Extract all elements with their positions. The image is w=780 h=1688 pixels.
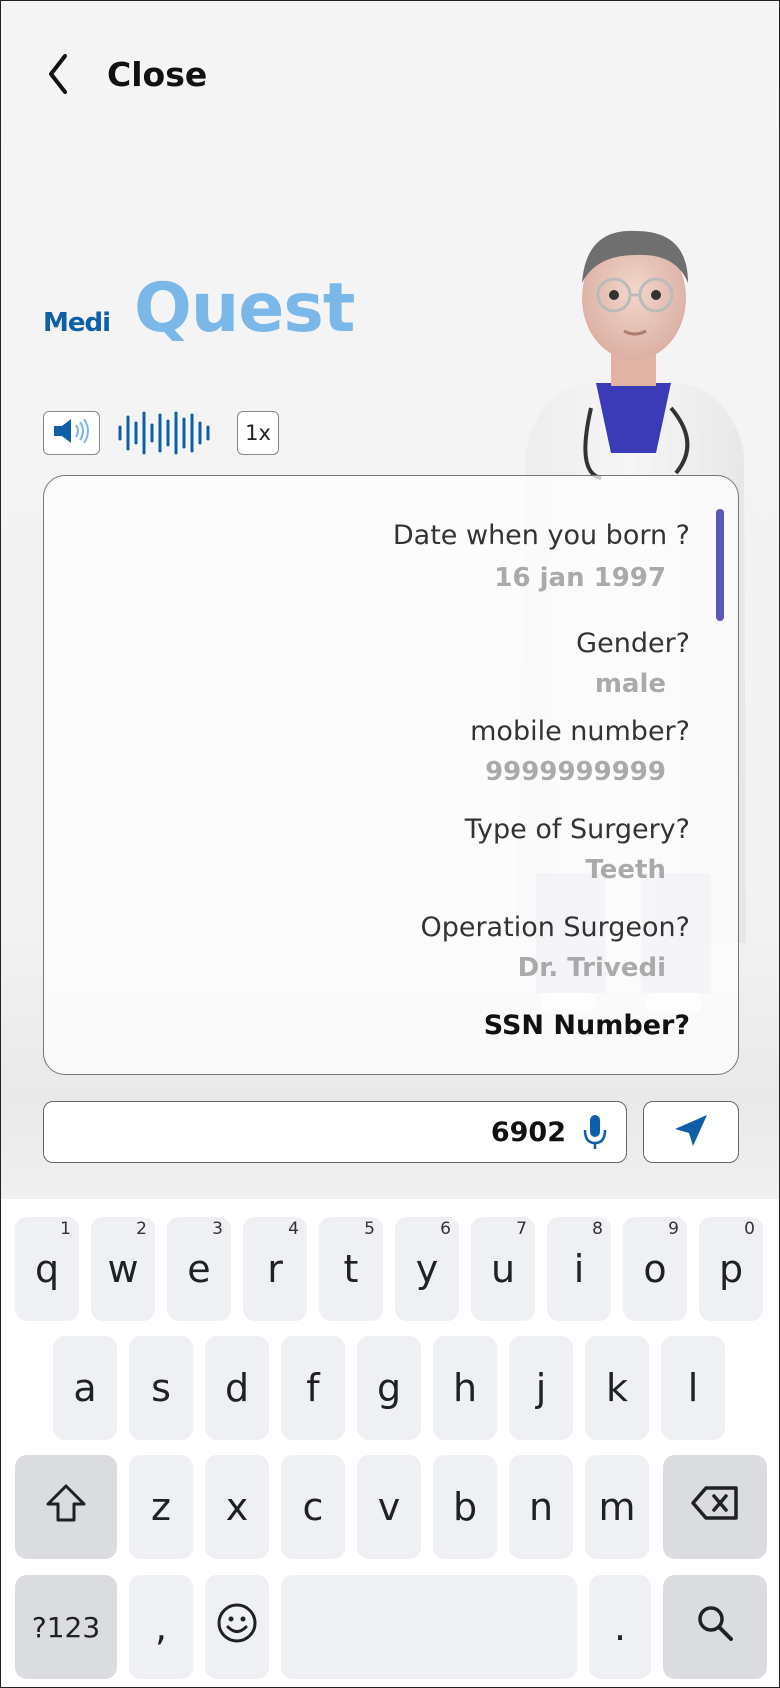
key-number-hint: 5 xyxy=(364,1219,375,1239)
key-m[interactable]: m xyxy=(585,1455,649,1559)
key-a[interactable]: a xyxy=(53,1336,117,1440)
question-text: Date when you born ? xyxy=(392,520,690,551)
key-b[interactable]: b xyxy=(433,1455,497,1559)
shift-icon xyxy=(44,1483,88,1532)
key-d[interactable]: d xyxy=(205,1336,269,1440)
key-r[interactable]: r4 xyxy=(243,1217,307,1321)
key-f[interactable]: f xyxy=(281,1336,345,1440)
key-q[interactable]: q1 xyxy=(15,1217,79,1321)
speaker-button[interactable] xyxy=(43,411,100,455)
onscreen-keyboard: q1w2e3r4t5y6u7i8o9p0 asdfghjkl zxcvbnm ?… xyxy=(1,1199,779,1687)
comma-key[interactable]: , xyxy=(129,1575,193,1679)
key-number-hint: 8 xyxy=(592,1219,603,1239)
key-letter: i xyxy=(573,1247,585,1291)
chat-item: Date when you born ? 16 jan 1997 xyxy=(393,520,690,593)
answer-text: male xyxy=(594,669,666,699)
key-number-hint: 6 xyxy=(440,1219,451,1239)
key-i[interactable]: i8 xyxy=(547,1217,611,1321)
key-v[interactable]: v xyxy=(357,1455,421,1559)
question-text: mobile number? xyxy=(470,716,690,747)
question-text: Type of Surgery? xyxy=(464,814,690,845)
logo-part-quest: Quest xyxy=(134,269,355,348)
key-letter: w xyxy=(107,1247,139,1291)
key-j[interactable]: j xyxy=(509,1336,573,1440)
key-l[interactable]: l xyxy=(661,1336,725,1440)
key-g[interactable]: g xyxy=(357,1336,421,1440)
key-z[interactable]: z xyxy=(129,1455,193,1559)
mic-icon[interactable] xyxy=(580,1112,610,1152)
chat-item: Type of Surgery? Teeth xyxy=(465,814,690,885)
question-text: SSN Number? xyxy=(483,1010,690,1041)
key-number-hint: 2 xyxy=(136,1219,147,1239)
playback-speed-button[interactable]: 1x xyxy=(237,411,279,455)
answer-input[interactable]: 6902 xyxy=(43,1101,627,1163)
key-letter: t xyxy=(343,1247,359,1291)
chat-item: Operation Surgeon? Dr. Trivedi xyxy=(420,912,690,983)
question-text: Gender? xyxy=(576,628,690,659)
waveform-icon xyxy=(118,411,210,455)
question-text: Operation Surgeon? xyxy=(420,912,690,943)
search-key[interactable] xyxy=(663,1575,767,1679)
key-letter: q xyxy=(34,1247,60,1291)
key-s[interactable]: s xyxy=(129,1336,193,1440)
key-t[interactable]: t5 xyxy=(319,1217,383,1321)
logo-part-medi: Medi xyxy=(43,308,111,338)
answer-text: Dr. Trivedi xyxy=(517,953,666,983)
key-letter: u xyxy=(490,1247,516,1291)
mediquest-logo: Medi Quest xyxy=(43,269,355,348)
chat-scrollbar[interactable] xyxy=(716,509,724,621)
speaker-icon xyxy=(51,416,93,450)
answer-input-value[interactable]: 6902 xyxy=(491,1117,566,1148)
key-number-hint: 9 xyxy=(668,1219,679,1239)
key-c[interactable]: c xyxy=(281,1455,345,1559)
close-label[interactable]: Close xyxy=(107,55,207,94)
key-number-hint: 0 xyxy=(744,1219,755,1239)
close-nav[interactable]: Close xyxy=(43,49,207,99)
answer-text: 9999999999 xyxy=(485,757,666,787)
shift-key[interactable] xyxy=(15,1455,117,1559)
key-y[interactable]: y6 xyxy=(395,1217,459,1321)
symbols-key[interactable]: ?123 xyxy=(15,1575,117,1679)
backspace-key[interactable] xyxy=(663,1455,767,1559)
chat-item: SSN Number? xyxy=(484,1010,690,1041)
key-n[interactable]: n xyxy=(509,1455,573,1559)
app-screen: Close Medi Quest 1x Date when you born ?… xyxy=(0,0,780,1688)
key-number-hint: 7 xyxy=(516,1219,527,1239)
send-icon xyxy=(671,1111,711,1153)
chevron-left-icon[interactable] xyxy=(43,51,73,97)
key-letter: r xyxy=(267,1247,283,1291)
answer-text: 16 jan 1997 xyxy=(494,563,666,593)
key-u[interactable]: u7 xyxy=(471,1217,535,1321)
key-p[interactable]: p0 xyxy=(699,1217,763,1321)
chat-item: Gender? male xyxy=(576,628,690,699)
key-letter: p xyxy=(718,1247,744,1291)
key-number-hint: 1 xyxy=(60,1219,71,1239)
key-x[interactable]: x xyxy=(205,1455,269,1559)
key-number-hint: 3 xyxy=(212,1219,223,1239)
chat-item: mobile number? 9999999999 xyxy=(470,716,690,787)
chat-panel[interactable]: Date when you born ? 16 jan 1997 Gender?… xyxy=(43,475,739,1075)
key-number-hint: 4 xyxy=(288,1219,299,1239)
answer-text: Teeth xyxy=(585,855,667,885)
period-key[interactable]: . xyxy=(589,1575,651,1679)
space-key[interactable] xyxy=(281,1575,577,1679)
key-k[interactable]: k xyxy=(585,1336,649,1440)
key-letter: o xyxy=(643,1247,667,1291)
backspace-icon xyxy=(690,1485,740,1530)
emoji-icon xyxy=(216,1602,258,1653)
search-icon xyxy=(695,1603,735,1652)
key-letter: y xyxy=(415,1247,439,1291)
emoji-key[interactable] xyxy=(205,1575,269,1679)
key-e[interactable]: e3 xyxy=(167,1217,231,1321)
key-letter: e xyxy=(187,1247,211,1291)
key-h[interactable]: h xyxy=(433,1336,497,1440)
send-button[interactable] xyxy=(643,1101,739,1163)
key-w[interactable]: w2 xyxy=(91,1217,155,1321)
key-o[interactable]: o9 xyxy=(623,1217,687,1321)
